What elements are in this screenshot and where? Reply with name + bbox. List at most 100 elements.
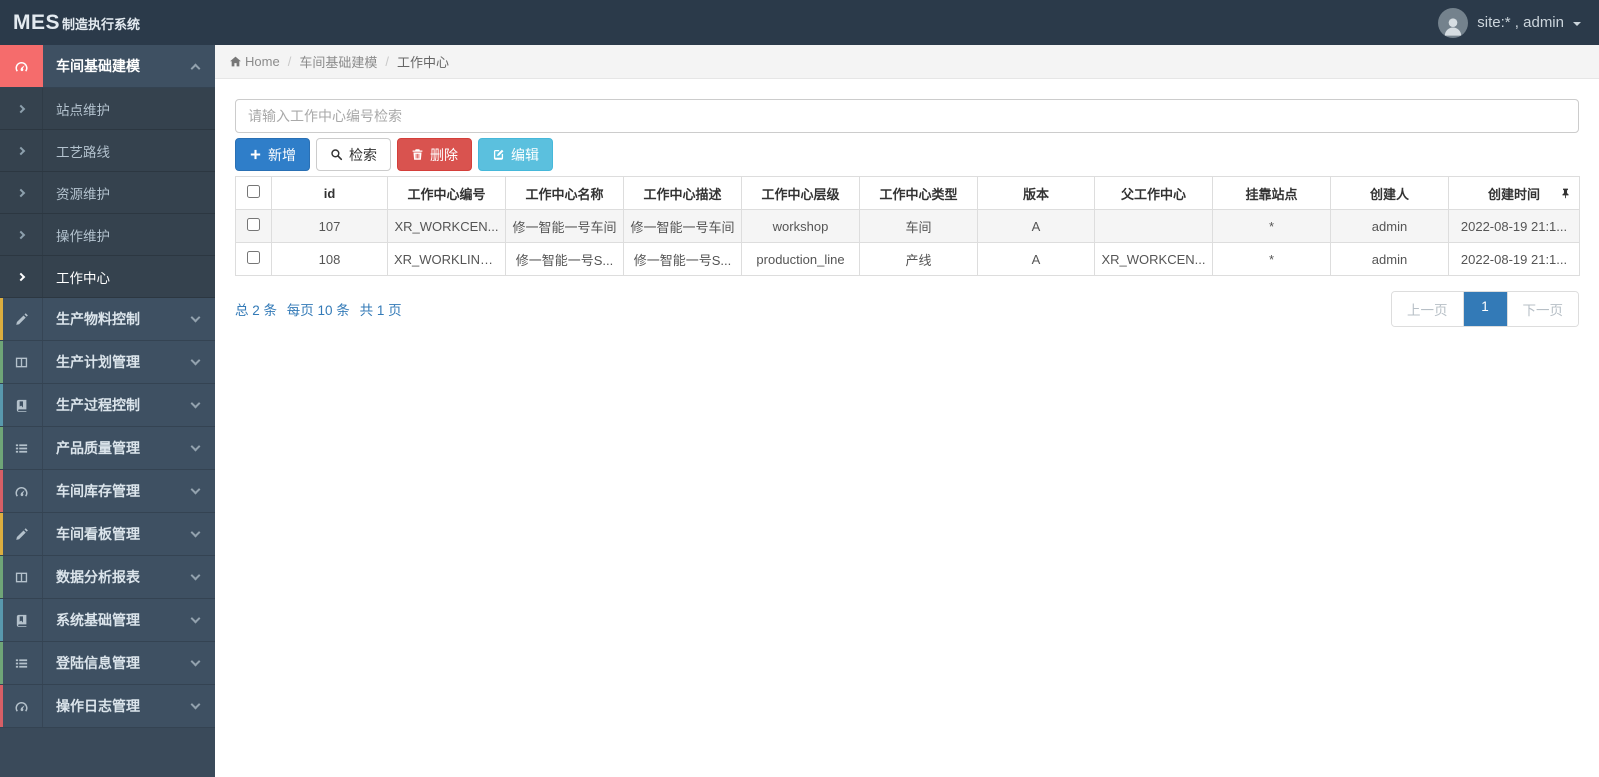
pagination-row: 总 2 条 每页 10 条 共 1 页 上一页 1 下一页 (235, 291, 1579, 327)
delete-button[interactable]: 删除 (397, 138, 472, 171)
edit-icon (492, 148, 505, 161)
trash-icon (411, 148, 424, 161)
column-header-creator: 创建人 (1330, 176, 1449, 210)
chevron-right-icon (0, 88, 43, 129)
accent-strip (0, 685, 3, 727)
sidebar-item-label: 操作日志管理 (56, 698, 140, 714)
columns-icon (0, 556, 43, 598)
page-size-dropdown[interactable]: 每页 10 条 (287, 303, 350, 318)
book-icon (0, 384, 43, 426)
next-page-button[interactable]: 下一页 (1506, 292, 1578, 326)
sidebar-item-label: 登陆信息管理 (56, 655, 140, 671)
total-count: 总 2 条 (235, 303, 278, 318)
chevron-right-icon (0, 130, 43, 171)
chevron-down-icon (190, 699, 201, 710)
prev-page-button[interactable]: 上一页 (1392, 292, 1463, 326)
user-label: site:* , admin (1477, 14, 1564, 31)
sidebar-subitem-station-maintenance[interactable]: 站点维护 (0, 88, 215, 130)
sidebar-subitem-work-center[interactable]: 工作中心 (0, 256, 215, 298)
button-toolbar: 新增 检索 删除 编辑 (235, 138, 1579, 171)
breadcrumb-home[interactable]: Home (245, 54, 280, 69)
columns-icon (0, 341, 43, 383)
breadcrumb-workshop-basic-modeling[interactable]: 车间基础建模 (299, 52, 377, 71)
sidebar-item-product-quality-management[interactable]: 产品质量管理 (0, 427, 215, 470)
cell-code: XR_WORKLINE... (387, 242, 506, 276)
cell-type: 车间 (859, 209, 978, 243)
brand-rest: 制造执行系统 (62, 16, 141, 32)
sidebar-subitem-label: 资源维护 (56, 186, 110, 202)
table-row[interactable]: 108 XR_WORKLINE... 修一智能一号S... 修一智能一号S...… (235, 242, 1580, 276)
accent-strip (0, 384, 3, 426)
home-icon (229, 55, 242, 68)
row-checkbox[interactable] (247, 251, 260, 264)
sidebar-item-data-analysis-report[interactable]: 数据分析报表 (0, 556, 215, 599)
work-center-table-wrap: id 工作中心编号 工作中心名称 工作中心描述 工作中心层级 工作中心类型 版本… (235, 176, 1580, 276)
sidebar-item-system-basic-management[interactable]: 系统基础管理 (0, 599, 215, 642)
sidebar-item-label: 车间基础建模 (56, 58, 140, 74)
work-center-table: id 工作中心编号 工作中心名称 工作中心描述 工作中心层级 工作中心类型 版本… (235, 176, 1580, 276)
add-button[interactable]: 新增 (235, 138, 310, 171)
cell-station: * (1212, 242, 1331, 276)
select-all-checkbox[interactable] (247, 185, 260, 198)
chevron-down-icon (190, 355, 201, 366)
pagination-controls: 上一页 1 下一页 (1391, 291, 1579, 327)
sidebar-item-workshop-kanban-management[interactable]: 车间看板管理 (0, 513, 215, 556)
search-input[interactable] (235, 99, 1579, 133)
search-button-label: 检索 (349, 146, 377, 163)
chevron-down-icon (190, 441, 201, 452)
row-select-cell (235, 209, 272, 243)
cell-parent (1094, 209, 1213, 243)
cell-id: 108 (271, 242, 388, 276)
table-row[interactable]: 107 XR_WORKCEN... 修一智能一号车间 修一智能一号车间 work… (235, 209, 1580, 243)
cell-name: 修一智能一号车间 (505, 209, 624, 243)
gauge-icon (0, 470, 43, 512)
sidebar-subitem-label: 工艺路线 (56, 144, 110, 160)
sidebar-item-label: 系统基础管理 (56, 612, 140, 628)
column-header-version: 版本 (977, 176, 1095, 210)
edit-button[interactable]: 编辑 (478, 138, 553, 171)
brand-bold: MES (13, 10, 61, 34)
sidebar-item-login-info-management[interactable]: 登陆信息管理 (0, 642, 215, 685)
sidebar-subitem-process-route[interactable]: 工艺路线 (0, 130, 215, 172)
accent-strip (0, 513, 3, 555)
cell-created-time: 2022-08-19 21:1... (1448, 209, 1580, 243)
chevron-right-icon (0, 256, 43, 297)
sidebar-item-label: 生产物料控制 (56, 311, 140, 327)
accent-strip (0, 427, 3, 469)
pencil-icon (0, 513, 43, 555)
sidebar-item-workshop-inventory-management[interactable]: 车间库存管理 (0, 470, 215, 513)
caret-down-icon (1573, 21, 1581, 26)
cell-creator: admin (1330, 242, 1449, 276)
cell-type: 产线 (859, 242, 978, 276)
row-checkbox[interactable] (247, 218, 260, 231)
sidebar-subitem-label: 工作中心 (56, 270, 110, 286)
cell-description: 修一智能一号S... (623, 242, 742, 276)
column-header-station: 挂靠站点 (1212, 176, 1331, 210)
sidebar-item-production-plan-management[interactable]: 生产计划管理 (0, 341, 215, 384)
sidebar-item-label: 数据分析报表 (56, 569, 140, 585)
sidebar-item-label: 车间看板管理 (56, 526, 140, 542)
sidebar-subitem-resource-maintenance[interactable]: 资源维护 (0, 172, 215, 214)
book-icon (0, 599, 43, 641)
sidebar-subitem-operation-maintenance[interactable]: 操作维护 (0, 214, 215, 256)
avatar (1438, 7, 1469, 38)
chevron-down-icon (190, 656, 201, 667)
sidebar-item-operation-log-management[interactable]: 操作日志管理 (0, 685, 215, 728)
sidebar-item-production-process-control[interactable]: 生产过程控制 (0, 384, 215, 427)
search-button[interactable]: 检索 (316, 138, 391, 171)
sidebar-item-workshop-basic-modeling[interactable]: 车间基础建模 (0, 45, 215, 88)
main-content: Home / 车间基础建模 / 工作中心 新增 检索 删除 编辑 (215, 45, 1599, 777)
accent-strip (0, 470, 3, 512)
delete-button-label: 删除 (430, 146, 458, 163)
cell-version: A (977, 209, 1095, 243)
cell-parent: XR_WORKCEN... (1094, 242, 1213, 276)
column-header-type: 工作中心类型 (859, 176, 978, 210)
sidebar-item-production-material-control[interactable]: 生产物料控制 (0, 298, 215, 341)
pin-icon[interactable] (1560, 188, 1571, 199)
cell-level: workshop (741, 209, 860, 243)
user-dropdown[interactable]: site:* , admin (1438, 7, 1581, 38)
list-icon (0, 642, 43, 684)
breadcrumb-current: 工作中心 (396, 55, 449, 70)
page-1-button[interactable]: 1 (1462, 292, 1507, 326)
sidebar-item-label: 车间库存管理 (56, 483, 140, 499)
